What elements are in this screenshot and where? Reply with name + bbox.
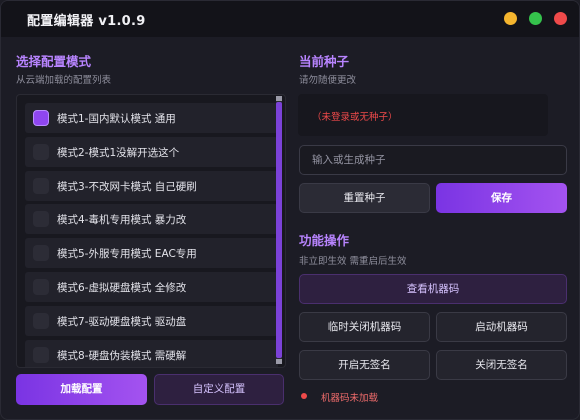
app-title: 配置编辑器 v1.0.9 [27,14,146,29]
custom-config-button[interactable]: 自定义配置 [154,374,284,405]
disable-no-sign-button[interactable]: 关闭无签名 [436,350,567,380]
machine-code-status: 机器码未加载 [321,393,379,404]
functions-section-subtitle: 非立即生效 需重启后生效 [299,256,407,267]
seed-section-title: 当前种子 [299,54,350,69]
seed-status: （未登录或无种子） [312,112,398,123]
radio-checked-icon[interactable] [33,110,49,126]
mode-item-8[interactable]: 模式8-硬盘伪装模式 需硬解 [25,340,278,367]
mode-item-6[interactable]: 模式6-虚拟硬盘模式 全修改 [25,272,278,302]
mode-list[interactable]: 模式1-国内默认模式 通用 模式2-模式1没解开选这个 模式3-不改网卡模式 自… [16,94,286,368]
mode-item-5[interactable]: 模式5-外服专用模式 EAC专用 [25,238,278,268]
mode-label: 模式3-不改网卡模式 自己硬刷 [57,181,197,193]
radio-icon[interactable] [33,347,49,363]
save-button[interactable]: 保存 [436,183,567,213]
mode-item-7[interactable]: 模式7-驱动硬盘模式 驱动盘 [25,306,278,336]
title-bar[interactable]: 配置编辑器 v1.0.9 [1,1,579,37]
mode-label: 模式8-硬盘伪装模式 需硬解 [57,350,187,362]
mode-label: 模式6-虚拟硬盘模式 全修改 [57,282,187,294]
scroll-up-arrow-icon[interactable] [276,96,282,101]
maximize-button-icon[interactable] [529,12,542,25]
view-machine-code-button[interactable]: 查看机器码 [299,274,567,304]
start-machine-code-button[interactable]: 启动机器码 [436,312,567,342]
scroll-thumb[interactable] [276,102,282,358]
radio-icon[interactable] [33,178,49,194]
mode-item-3[interactable]: 模式3-不改网卡模式 自己硬刷 [25,171,278,201]
radio-icon[interactable] [33,245,49,261]
mode-item-4[interactable]: 模式4-毒机专用模式 暴力改 [25,204,278,234]
temp-close-machine-code-button[interactable]: 临时关闭机器码 [299,312,430,342]
mode-label: 模式4-毒机专用模式 暴力改 [57,214,187,226]
close-button-icon[interactable] [554,12,567,25]
seed-display: （未登录或无种子） [298,94,548,136]
enable-no-sign-button[interactable]: 开启无签名 [299,350,430,380]
mode-item-2[interactable]: 模式2-模式1没解开选这个 [25,137,278,167]
mode-section-title: 选择配置模式 [16,54,92,69]
mode-label: 模式1-国内默认模式 通用 [57,113,176,125]
radio-icon[interactable] [33,211,49,227]
functions-section-title: 功能操作 [299,233,350,248]
minimize-button-icon[interactable] [504,12,517,25]
load-config-button[interactable]: 加载配置 [16,374,147,405]
scroll-down-arrow-icon[interactable] [276,359,282,364]
mode-label: 模式2-模式1没解开选这个 [57,147,180,159]
mode-list-scrollbar[interactable] [276,96,282,364]
reset-seed-button[interactable]: 重置种子 [299,183,430,213]
status-dot-icon [301,393,307,399]
mode-item-1[interactable]: 模式1-国内默认模式 通用 [25,103,278,133]
seed-input[interactable] [299,145,567,175]
mode-section-subtitle: 从云端加载的配置列表 [16,75,112,86]
radio-icon[interactable] [33,144,49,160]
app-window: 配置编辑器 v1.0.9 选择配置模式 从云端加载的配置列表 模式1-国内默认模… [0,0,580,420]
radio-icon[interactable] [33,279,49,295]
mode-label: 模式7-驱动硬盘模式 驱动盘 [57,316,187,328]
mode-label: 模式5-外服专用模式 EAC专用 [57,248,197,260]
seed-section-subtitle: 请勿随便更改 [299,75,357,86]
radio-icon[interactable] [33,313,49,329]
